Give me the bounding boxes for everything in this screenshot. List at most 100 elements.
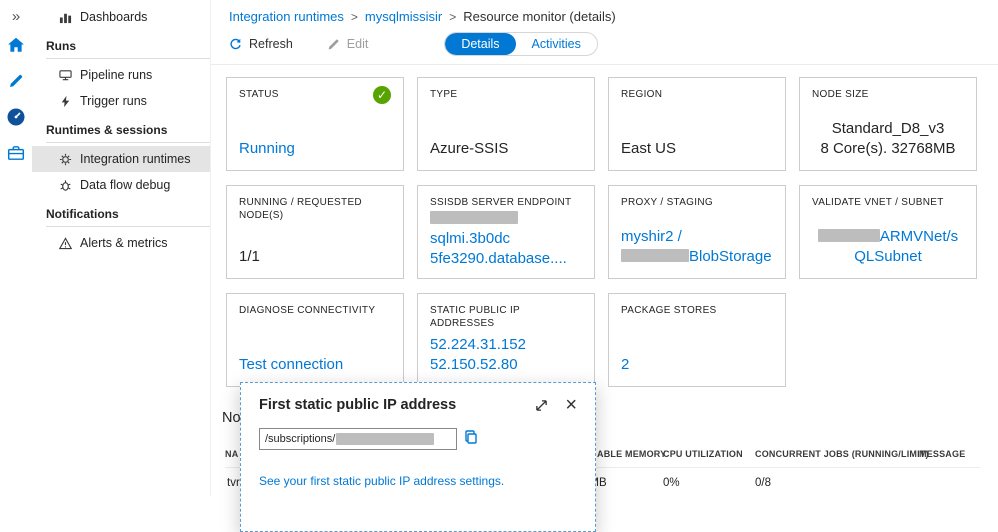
- table-header-cpu-utilization: CPU UTILIZATION: [663, 449, 743, 459]
- breadcrumb-item-integration-runtimes[interactable]: Integration runtimes: [229, 9, 344, 24]
- table-header-concurrent-jobs: CONCURRENT JOBS (RUNNING/LIMIT): [755, 449, 929, 459]
- refresh-icon: [229, 38, 242, 51]
- first-ip-dialog: First static public IP address × /subscr…: [240, 382, 596, 532]
- sidebar-item-alerts-metrics[interactable]: Alerts & metrics: [32, 230, 210, 256]
- card-package-stores: PACKAGE STORES 2: [608, 293, 786, 387]
- sidebar-item-data-flow-debug[interactable]: Data flow debug: [32, 172, 210, 198]
- details-activities-toggle: Details Activities: [444, 32, 598, 56]
- metric-cards: STATUS ✓ Running TYPE Azure-SSIS REGION East U…: [211, 65, 998, 387]
- table-header-available-memory: ABLE MEMORY: [597, 449, 667, 459]
- rail-item-manage[interactable]: [0, 138, 32, 172]
- sidebar-item-label: Trigger runs: [80, 94, 147, 108]
- pipeline-icon: [58, 68, 72, 82]
- card-region: REGION East US: [608, 77, 786, 171]
- collapse-rail-button[interactable]: »: [0, 4, 32, 28]
- card-label: STATIC PUBLIC IP ADDRESSES: [430, 305, 520, 329]
- card-label: TYPE: [430, 89, 458, 100]
- card-value-text: Standard_D8_v3: [831, 120, 945, 137]
- ip-settings-link[interactable]: See your first static public IP address …: [259, 474, 504, 488]
- sidebar-item-pipeline-runs[interactable]: Pipeline runs: [32, 62, 210, 88]
- card-value-link[interactable]: 52.224.31.152: [430, 336, 526, 353]
- dialog-header: First static public IP address ×: [259, 395, 577, 415]
- rail-item-monitor[interactable]: [0, 102, 32, 136]
- refresh-button[interactable]: Refresh: [229, 37, 293, 51]
- expand-icon[interactable]: [535, 399, 548, 412]
- card-diagnose-connectivity: DIAGNOSE CONNECTIVITY Test connection: [226, 293, 404, 387]
- ip-address-input[interactable]: /subscriptions/: [259, 428, 457, 450]
- card-value-link[interactable]: myshir2 /: [621, 228, 682, 245]
- card-value: myshir2 / BlobStorage: [621, 227, 773, 267]
- card-label: SSISDB SERVER ENDPOINT: [430, 197, 572, 208]
- copy-button[interactable]: [463, 429, 479, 450]
- card-value: Running: [239, 139, 391, 159]
- card-label: NODE SIZE: [812, 89, 869, 100]
- table-header-name: NA: [225, 449, 239, 459]
- card-label: DIAGNOSE CONNECTIVITY: [239, 305, 376, 316]
- card-label: REGION: [621, 89, 663, 100]
- dataflow-debug-icon: [58, 178, 72, 192]
- edit-label: Edit: [346, 37, 369, 51]
- card-label: RUNNING / REQUESTED NODE(S): [239, 197, 362, 221]
- card-value-link[interactable]: 52.150.52.80: [430, 356, 518, 373]
- table-cell-concurrent-jobs: 0/8: [755, 477, 771, 489]
- ip-address-input-value: /subscriptions/: [265, 433, 336, 445]
- toolbox-icon: [7, 144, 25, 167]
- pencil-icon: [327, 38, 340, 51]
- breadcrumb-item-resource-monitor-details: Resource monitor (details): [463, 9, 616, 24]
- status-check-icon: ✓: [373, 86, 391, 104]
- sidebar-section-runs: Runs: [46, 39, 76, 53]
- card-label: STATUS: [239, 89, 279, 100]
- table-cell-cpu-utilization: 0%: [663, 477, 680, 489]
- tab-activities[interactable]: Activities: [516, 33, 597, 55]
- edit-button[interactable]: Edit: [327, 37, 369, 51]
- card-node-size: NODE SIZE Standard_D8_v3 8 Core(s). 32768M…: [799, 77, 977, 171]
- close-icon[interactable]: ×: [565, 395, 577, 415]
- redacted-text: [336, 433, 435, 445]
- dialog-actions: ×: [535, 395, 577, 415]
- monitor-sidebar: Dashboards Runs Pipeline runs Trigger runs R…: [32, 0, 210, 496]
- card-label: PACKAGE STORES: [621, 305, 717, 316]
- sidebar-item-integration-runtimes[interactable]: Integration runtimes: [32, 146, 210, 172]
- trigger-icon: [58, 94, 72, 108]
- rail-item-home[interactable]: [0, 30, 32, 64]
- sidebar-item-trigger-runs[interactable]: Trigger runs: [32, 88, 210, 114]
- left-rail: »: [0, 0, 32, 496]
- card-value-link[interactable]: BlobStorage: [689, 248, 772, 265]
- card-value-link[interactable]: Running: [239, 140, 295, 157]
- breadcrumb: Integration runtimes > mysqlmissisir > Resou…: [211, 0, 998, 28]
- redacted-text: [430, 211, 518, 224]
- card-value-text: 1/1: [239, 248, 260, 265]
- card-value-link[interactable]: 2: [621, 356, 629, 373]
- card-validate-vnet-subnet: VALIDATE VNET / SUBNET ARMVNet/s QLSubnet: [799, 185, 977, 279]
- sidebar-divider: [46, 226, 210, 227]
- breadcrumb-item-mysqlmissisir[interactable]: mysqlmissisir: [365, 9, 442, 24]
- card-value-link[interactable]: ARMVNet/s: [880, 228, 958, 245]
- sidebar-item-label: Dashboards: [80, 10, 148, 24]
- card-value: 1/1: [239, 247, 391, 267]
- card-value-link[interactable]: QLSubnet: [854, 248, 922, 265]
- card-ssisdb-server-endpoint: SSISDB SERVER ENDPOINT sqlmi.3b0dc 5fe3290…: [417, 185, 595, 279]
- tab-details[interactable]: Details: [445, 33, 516, 55]
- card-value-link[interactable]: sqlmi.3b0dc: [430, 230, 510, 247]
- dialog-input-row: /subscriptions/: [259, 428, 577, 450]
- card-value: ARMVNet/s QLSubnet: [812, 227, 964, 267]
- card-label: PROXY / STAGING: [621, 197, 713, 208]
- sidebar-section-notifications: Notifications: [46, 207, 119, 221]
- card-value-text: 8 Core(s). 32768MB: [820, 140, 956, 157]
- sidebar-item-label: Pipeline runs: [80, 68, 153, 82]
- alert-icon: [58, 236, 72, 250]
- card-value: Test connection: [239, 355, 391, 375]
- rail-item-author[interactable]: [0, 66, 32, 100]
- table-cell-node-name: tvr: [227, 477, 240, 489]
- card-type: TYPE Azure-SSIS: [417, 77, 595, 171]
- card-value: East US: [621, 139, 773, 159]
- refresh-label: Refresh: [249, 37, 293, 51]
- card-value-link[interactable]: Test connection: [239, 356, 343, 373]
- sidebar-item-label: Alerts & metrics: [80, 236, 168, 250]
- gauge-icon: [6, 107, 26, 132]
- integration-runtime-icon: [58, 152, 72, 166]
- card-proxy-staging: PROXY / STAGING myshir2 / BlobStorage: [608, 185, 786, 279]
- sidebar-item-label: Data flow debug: [80, 178, 171, 192]
- sidebar-item-dashboards[interactable]: Dashboards: [32, 4, 210, 30]
- card-value-link[interactable]: 5fe3290.database....: [430, 250, 567, 267]
